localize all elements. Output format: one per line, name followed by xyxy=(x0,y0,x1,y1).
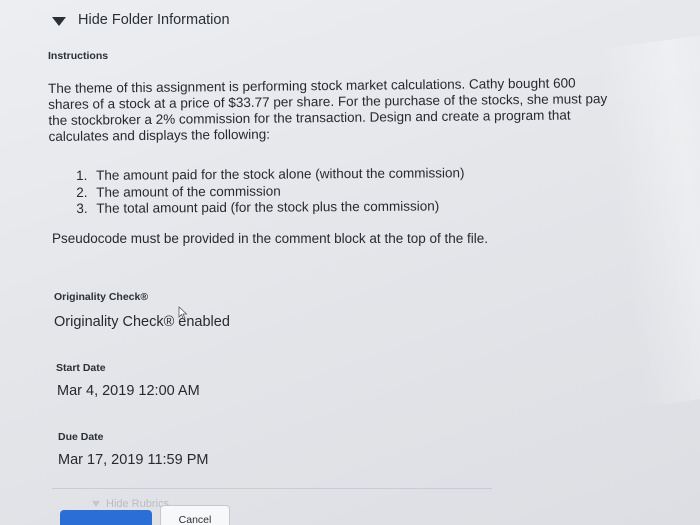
due-date-value: Mar 17, 2019 11:59 PM xyxy=(58,452,209,468)
start-date-value: Mar 4, 2019 12:00 AM xyxy=(57,383,200,399)
list-item-text: The amount of the commission xyxy=(96,183,281,200)
due-date-heading: Due Date xyxy=(58,431,104,443)
pseudocode-note: Pseudocode must be provided in the comme… xyxy=(52,231,489,246)
instructions-heading: Instructions xyxy=(48,50,109,62)
caret-down-icon xyxy=(52,16,66,26)
start-date-heading: Start Date xyxy=(56,362,106,374)
list-item-text: The total amount paid (for the stock plu… xyxy=(96,198,440,216)
list-item-number: 3. xyxy=(76,200,88,216)
hide-folder-information-toggle[interactable]: Hide Folder Information xyxy=(52,12,230,28)
hide-rubrics-toggle[interactable]: Hide Rubrics xyxy=(92,498,169,510)
originality-check-heading: Originality Check® xyxy=(54,291,149,303)
cancel-button[interactable]: Cancel xyxy=(160,505,230,525)
instructions-list: 1. The amount paid for the stock alone (… xyxy=(76,165,465,217)
mouse-cursor-icon xyxy=(178,306,188,325)
list-item: 3. The total amount paid (for the stock … xyxy=(76,198,465,217)
submit-button[interactable] xyxy=(60,510,152,525)
instructions-paragraph: The theme of this assignment is performi… xyxy=(48,75,608,144)
list-item-number: 1. xyxy=(76,167,88,183)
originality-check-value: Originality Check® enabled xyxy=(54,314,230,330)
divider xyxy=(52,488,492,489)
list-item-number: 2. xyxy=(76,184,88,200)
list-item-text: The amount paid for the stock alone (wit… xyxy=(95,165,465,183)
toggle-label: Hide Folder Information xyxy=(78,12,230,28)
screen: Hide Folder Information Instructions The… xyxy=(0,0,700,525)
list-item: 1. The amount paid for the stock alone (… xyxy=(76,165,465,184)
caret-down-icon xyxy=(92,501,100,507)
